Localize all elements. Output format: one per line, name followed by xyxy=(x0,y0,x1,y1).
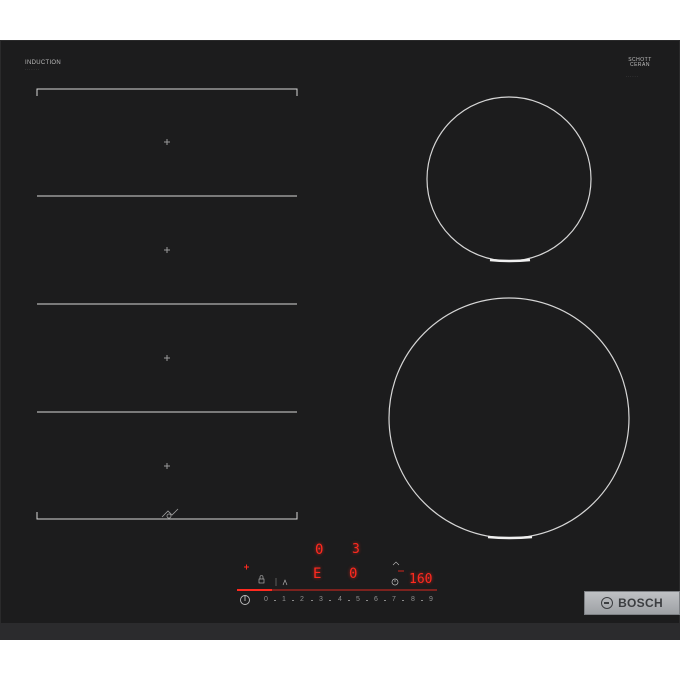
bosch-brand-text: BOSCH xyxy=(618,596,663,610)
zone-front-right-marker xyxy=(487,535,533,540)
lock-icon xyxy=(258,575,265,584)
scale-dot xyxy=(274,600,276,601)
scale-dot xyxy=(384,600,386,601)
power-level-3[interactable]: 3 xyxy=(319,596,323,603)
zone-cross-icon xyxy=(164,463,170,469)
zone-cross-icon xyxy=(164,139,170,145)
power-on-icon xyxy=(240,595,250,605)
scale-dot xyxy=(329,600,331,601)
zone-cross-icon xyxy=(164,247,170,253)
zone-rear-right-marker xyxy=(489,258,531,263)
scale-dot xyxy=(292,600,294,601)
power-level-0[interactable]: 0 xyxy=(264,596,268,603)
flex-zone-icon xyxy=(161,508,179,519)
power-level-1[interactable]: 1 xyxy=(282,596,286,603)
zone-front-right xyxy=(388,297,630,539)
power-level-2[interactable]: 2 xyxy=(300,596,304,603)
flex-zone[interactable] xyxy=(36,88,298,520)
left-red-marker xyxy=(244,564,249,570)
power-level-8[interactable]: 8 xyxy=(411,596,415,603)
rear-right-digit: 3 xyxy=(352,542,360,557)
bosch-badge: BOSCH xyxy=(584,591,680,615)
power-level-4[interactable]: 4 xyxy=(338,596,342,603)
bosch-logo-icon xyxy=(601,597,614,609)
power-level-6[interactable]: 6 xyxy=(374,596,378,603)
zone-cross-icon xyxy=(164,355,170,361)
front-left-digit: E xyxy=(313,566,322,582)
power-level-7[interactable]: 7 xyxy=(392,596,396,603)
cooking-zones xyxy=(36,88,630,605)
scale-dot xyxy=(421,600,423,601)
power-level-5[interactable]: 5 xyxy=(356,596,360,603)
boost-icon xyxy=(282,579,288,586)
clock-display: 160 xyxy=(409,572,433,587)
flex-zone-top-bracket xyxy=(36,88,298,96)
rear-timer-digit: 0 xyxy=(315,542,324,558)
scale-dot xyxy=(402,600,404,601)
scale-dot xyxy=(366,600,368,601)
scale-dot xyxy=(348,600,350,601)
scale-dot xyxy=(311,600,313,601)
timer-icon xyxy=(391,578,399,586)
front-right-digit: 0 xyxy=(349,566,358,582)
zone-rear-right xyxy=(426,96,592,262)
flex-mini-icon xyxy=(392,561,400,566)
power-level-9[interactable]: 9 xyxy=(429,596,433,603)
